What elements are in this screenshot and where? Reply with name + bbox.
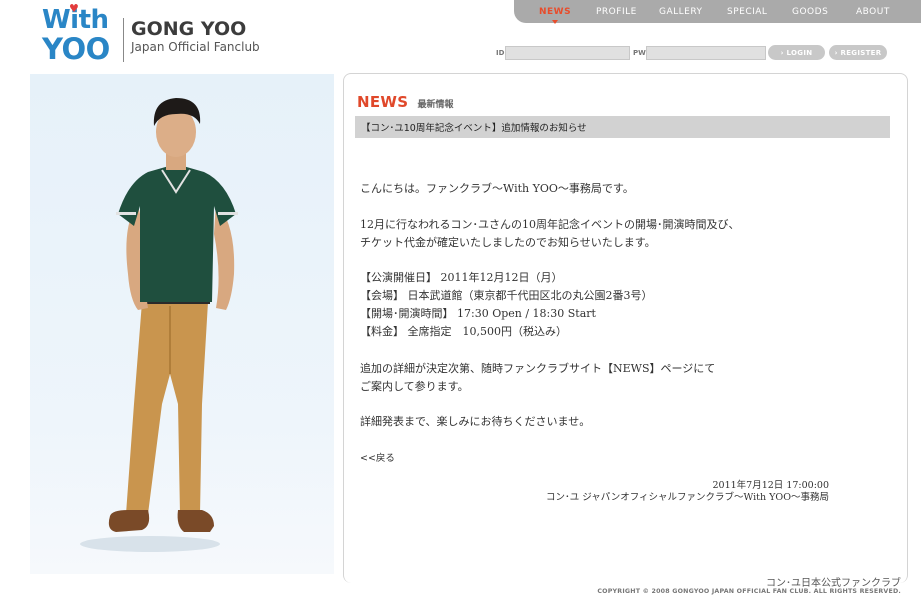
article-followup: 追加の詳細が決定次第、随時ファンクラブサイト【NEWS】ページにて ご案内して参…	[360, 361, 715, 394]
article-heading: 【コン･ユ10周年記念イベント】追加情報のお知らせ	[355, 116, 890, 138]
section-title: NEWS 最新情報	[357, 92, 453, 111]
detail-date: 【公演開催日】 2011年12月12日（月）	[360, 271, 563, 284]
login-button-label: LOGIN	[786, 48, 813, 57]
logo-name: GONG YOO	[131, 18, 247, 40]
section-title-jp: 最新情報	[417, 100, 454, 110]
register-button[interactable]: › REGISTER	[829, 45, 887, 60]
id-input[interactable]	[505, 46, 630, 60]
nav-item-gallery[interactable]: GALLERY	[659, 7, 703, 17]
article-followup-line: ご案内して参ります。	[360, 380, 469, 393]
logo-subtitle: Japan Official Fanclub	[131, 40, 260, 54]
pw-label: PW	[633, 49, 646, 57]
heart-icon: ♥	[69, 2, 79, 15]
article-closing: 詳細発表まで、楽しみにお待ちくださいませ。	[360, 415, 591, 428]
logo-yoo-text: YOO	[42, 32, 110, 66]
nav-item-news[interactable]: NEWS	[539, 7, 571, 17]
nav-item-profile[interactable]: PROFILE	[596, 7, 637, 17]
id-label: ID	[496, 49, 505, 57]
site-logo[interactable]: With ♥ YOO GONG YOO Japan Official Fancl…	[42, 2, 282, 66]
footer-copyright: COPYRIGHT © 2008 GONGYOO JAPAN OFFICIAL …	[597, 588, 901, 595]
article-signature: コン･ユ ジャパンオフィシャルファンクラブ～With YOO～事務局	[545, 492, 829, 503]
detail-venue: 【会場】 日本武道館（東京都千代田区北の丸公園2番3号）	[360, 289, 653, 302]
artist-photo	[30, 74, 334, 574]
login-button[interactable]: › LOGIN	[768, 45, 825, 60]
nav-item-special[interactable]: SPECIAL	[727, 7, 767, 17]
article-intro-line: チケット代金が確定いたしましたのでお知らせいたします。	[360, 236, 656, 249]
section-title-en: NEWS	[357, 93, 409, 111]
password-input[interactable]	[646, 46, 766, 60]
article-followup-line: 追加の詳細が決定次第、随時ファンクラブサイト【NEWS】ページにて	[360, 362, 716, 375]
detail-price: 【料金】 全席指定 10,500円（税込み）	[360, 325, 567, 338]
back-link[interactable]: <<戻る	[360, 450, 395, 464]
detail-time: 【開場･開演時間】 17:30 Open / 18:30 Start	[360, 307, 596, 320]
article-intro: 12月に行なわれるコン･ユさんの10周年記念イベントの開場･開演時間及び、 チケ…	[360, 217, 739, 250]
nav-item-about[interactable]: ABOUT	[856, 7, 890, 17]
article-details: 【公演開催日】 2011年12月12日（月） 【会場】 日本武道館（東京都千代田…	[360, 270, 653, 339]
top-navigation: NEWS PROFILE GALLERY SPECIAL GOODS ABOUT	[514, 0, 921, 24]
article-greeting: こんにちは。ファンクラブ～With YOO～事務局です。	[360, 182, 634, 195]
nav-item-goods[interactable]: GOODS	[792, 7, 828, 17]
register-button-label: REGISTER	[840, 48, 882, 57]
active-nav-caret-icon	[552, 20, 558, 24]
footer-title: コン･ユ日本公式ファンクラブ	[766, 578, 901, 589]
logo-divider	[123, 18, 124, 62]
artist-figure-image	[80, 98, 238, 552]
article-intro-line: 12月に行なわれるコン･ユさんの10周年記念イベントの開場･開演時間及び、	[360, 218, 740, 231]
